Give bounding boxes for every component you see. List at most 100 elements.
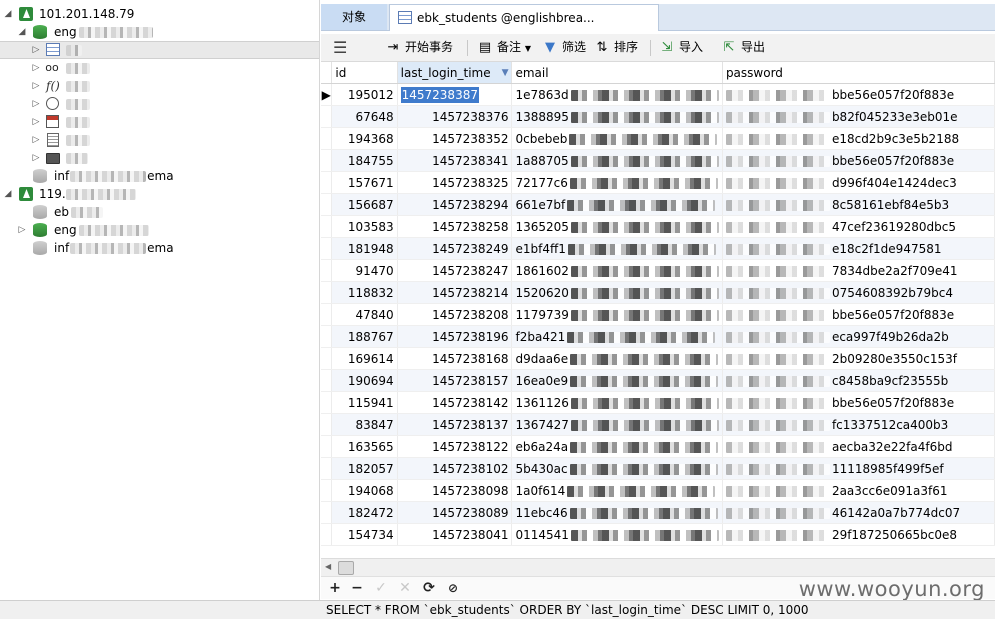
column-header-id[interactable]: id [331,62,398,84]
expand-caret-icon[interactable]: ▷ [31,149,41,167]
cell-email[interactable]: 11ebc46 [511,501,723,524]
cell-last-login-time[interactable]: 1457238196 [397,325,513,348]
cell-id[interactable]: 156687 [331,193,398,216]
sort-button[interactable]: ⇅ 排序 [594,37,638,58]
cell-email[interactable]: f2ba421 [511,325,723,348]
collapse-caret-icon[interactable]: ◢ [17,23,27,41]
cell-last-login-time[interactable]: 1457238352 [397,127,513,150]
cell-id[interactable]: 195012 [331,83,398,106]
cell-password[interactable]: c8458ba9cf23555b [722,369,995,392]
cell-id[interactable]: 103583 [331,215,398,238]
table-row[interactable]: 118832 1457238214 1520620 0754608392b79bc4 [321,281,995,304]
cell-email[interactable]: 1179739 [511,303,723,326]
export-button[interactable]: ⇱ 导出 [721,37,765,58]
table-row[interactable]: 91470 1457238247 1861602 7834dbe2a2f709e41 [321,259,995,282]
table-row[interactable]: 169614 1457238168 d9daa6e 2b09280e3550c153f [321,347,995,370]
cell-id[interactable]: 184755 [331,149,398,172]
cell-last-login-time[interactable]: 1457238325 [397,171,513,194]
cell-last-login-time[interactable]: 1457238294 [397,193,513,216]
cell-password[interactable]: fc1337512ca400b3 [722,413,995,436]
cell-id[interactable]: 182472 [331,501,398,524]
table-row[interactable]: 154734 1457238041 0114541 29f187250665bc0e8 [321,523,995,546]
cell-email[interactable]: d9daa6e [511,347,723,370]
cell-last-login-time[interactable]: 1457238122 [397,435,513,458]
apply-changes-button[interactable]: ✓ [373,580,389,596]
cell-last-login-time[interactable]: 1457238258 [397,215,513,238]
cell-id[interactable]: 83847 [331,413,398,436]
table-row[interactable]: 194368 1457238352 0cbebeb e18cd2b9c3e5b2188 [321,127,995,150]
table-row[interactable]: 163565 1457238122 eb6a24a aecba32e22fa4f6bd [321,435,995,458]
cell-password[interactable]: 11118985f499f5ef [722,457,995,480]
tree-node-queries[interactable]: ▷ [0,113,319,131]
cell-id[interactable]: 188767 [331,325,398,348]
cell-id[interactable]: 154734 [331,523,398,546]
table-row[interactable]: 181948 1457238249 e1bf4ff1 e18c2f1de947581 [321,237,995,260]
cell-password[interactable]: bbe56e057f20f883e [722,391,995,414]
table-row[interactable]: 182057 1457238102 5b430ac 11118985f499f5ef [321,457,995,480]
cell-password[interactable]: d996f404e1424dec3 [722,171,995,194]
cell-password[interactable]: 0754608392b79bc4 [722,281,995,304]
cell-id[interactable]: 190694 [331,369,398,392]
cell-email[interactable]: 661e7bf [511,193,723,216]
filter-button[interactable]: ▼ 筛选 [542,37,586,58]
delete-record-button[interactable]: − [349,580,365,596]
table-row[interactable]: 157671 1457238325 72177c6 d996f404e1424dec3 [321,171,995,194]
refresh-button[interactable]: ⟳ [421,580,437,596]
collapse-caret-icon[interactable]: ◢ [3,185,13,203]
cell-id[interactable]: 118832 [331,281,398,304]
cell-password[interactable]: 46142a0a7b774dc07 [722,501,995,524]
tree-node-backups[interactable]: ▷ [0,149,319,167]
column-header-last-login-time[interactable]: last_login_time ▼ [397,62,513,84]
collapse-caret-icon[interactable]: ◢ [3,5,13,23]
tree-node-events[interactable]: ▷ [0,95,319,113]
menu-icon[interactable]: ☰ [333,37,347,58]
cell-last-login-time[interactable]: 1457238168 [397,347,513,370]
cell-password[interactable]: e18cd2b9c3e5b2188 [722,127,995,150]
data-grid[interactable]: id last_login_time ▼ email password ▶ 1950… [321,62,995,558]
table-row[interactable]: 182472 1457238089 11ebc46 46142a0a7b774dc07 [321,501,995,524]
cell-email[interactable]: 16ea0e9 [511,369,723,392]
cell-last-login-time[interactable]: 1457238214 [397,281,513,304]
cell-email[interactable]: 1e7863d [511,83,723,106]
cell-password[interactable]: 47cef23619280dbc5 [722,215,995,238]
expand-caret-icon[interactable]: ▷ [31,131,41,149]
tree-database-eb[interactable]: eb [0,203,319,221]
cell-password[interactable]: bbe56e057f20f883e [722,149,995,172]
cell-email[interactable]: e1bf4ff1 [511,237,723,260]
cell-email[interactable]: 1a88705 [511,149,723,172]
table-row[interactable]: 194068 1457238098 1a0f614 2aa3cc6e091a3f61 [321,479,995,502]
tree-connection-1[interactable]: ◢ 101.201.148.79 [0,5,319,23]
cell-email[interactable]: 1365205 [511,215,723,238]
cell-password[interactable]: bbe56e057f20f883e [722,83,995,106]
tree-node-functions[interactable]: ▷ f() [0,77,319,95]
cell-last-login-time[interactable]: 1457238247 [397,259,513,282]
cell-email[interactable]: 1367427 [511,413,723,436]
cell-password[interactable]: 29f187250665bc0e8 [722,523,995,546]
cell-id[interactable]: 67648 [331,105,398,128]
expand-caret-icon[interactable]: ▷ [31,113,41,131]
add-record-button[interactable]: + [327,580,343,596]
scroll-left-icon[interactable]: ◀ [325,562,331,571]
cell-last-login-time[interactable]: 1457238157 [397,369,513,392]
table-row[interactable]: 184755 1457238341 1a88705 bbe56e057f20f883e [321,149,995,172]
table-row[interactable]: 156687 1457238294 661e7bf 8c58161ebf84e5b3 [321,193,995,216]
cell-last-login-time[interactable]: 1457238208 [397,303,513,326]
expand-caret-icon[interactable]: ▷ [31,59,41,77]
cell-password[interactable]: aecba32e22fa4f6bd [722,435,995,458]
cell-id[interactable]: 194068 [331,479,398,502]
table-row[interactable]: 103583 1457238258 1365205 47cef23619280dbc5 [321,215,995,238]
import-button[interactable]: ⇲ 导入 [659,37,703,58]
cell-id[interactable]: 163565 [331,435,398,458]
cell-last-login-time[interactable]: 1457238098 [397,479,513,502]
expand-caret-icon[interactable]: ▷ [31,77,41,95]
tree-database-english-2[interactable]: ▷ eng [0,221,319,239]
cell-id[interactable]: 91470 [331,259,398,282]
cell-id[interactable]: 194368 [331,127,398,150]
tree-node-views[interactable]: ▷ oo [0,59,319,77]
tree-node-tables[interactable]: ▷ [0,41,319,59]
cell-password[interactable]: 8c58161ebf84e5b3 [722,193,995,216]
cell-id[interactable]: 182057 [331,457,398,480]
cell-last-login-time[interactable]: 1457238341 [397,149,513,172]
expand-caret-icon[interactable]: ▷ [31,42,41,58]
tree-connection-2[interactable]: ◢ 119. [0,185,319,203]
